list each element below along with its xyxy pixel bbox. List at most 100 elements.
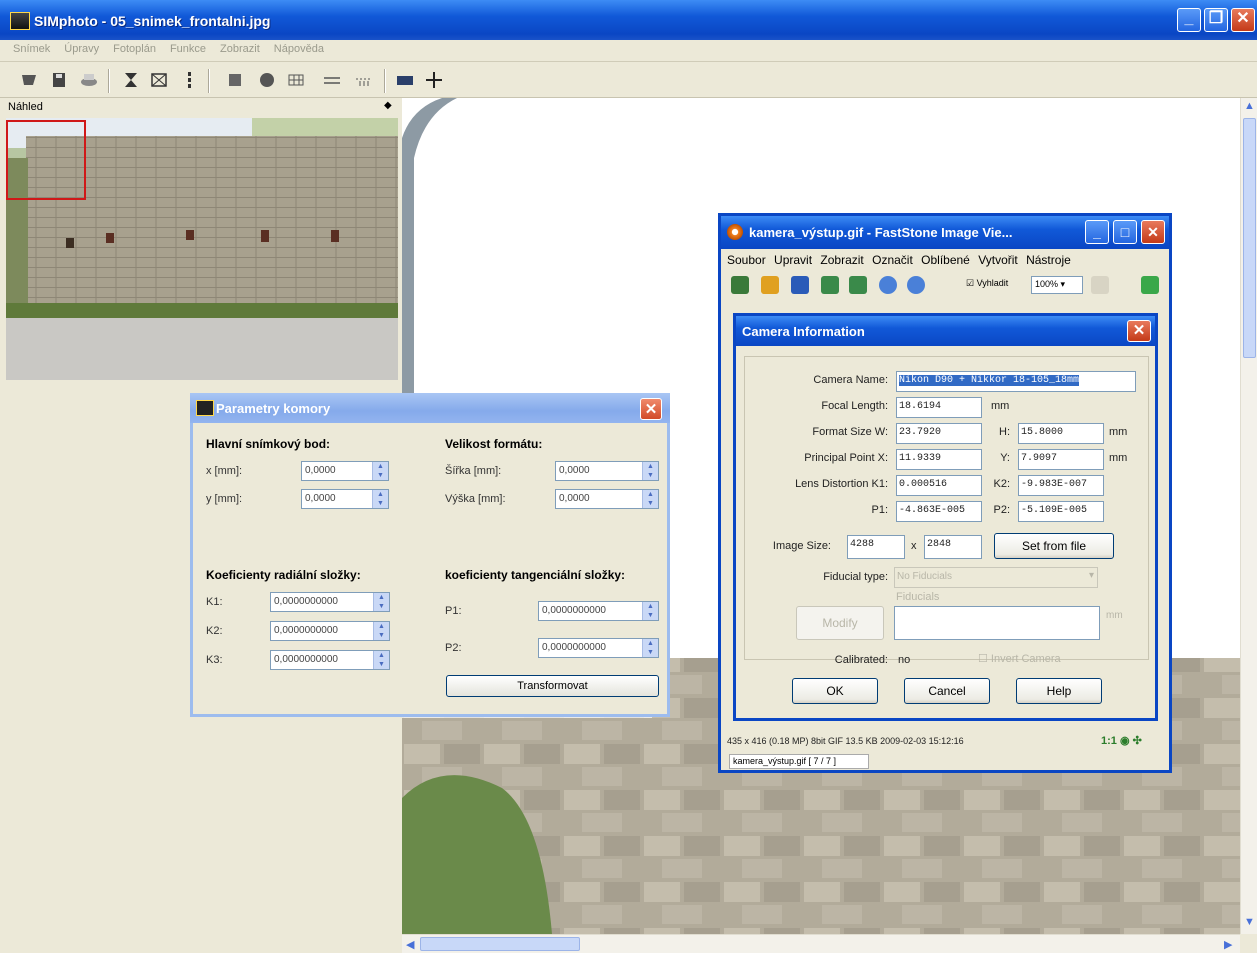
menu-funkce[interactable]: Funkce <box>163 40 213 55</box>
menu-snimek[interactable]: Snímek <box>6 40 57 55</box>
x-spinner[interactable]: 0,0000 ▲ ▼ <box>301 461 389 481</box>
menu-napoveda[interactable]: Nápověda <box>267 40 331 55</box>
modify-button[interactable]: Modify <box>796 606 884 640</box>
smooth-checkbox[interactable]: ☑ Vyhladit <box>966 278 1008 289</box>
main-point-heading: Hlavní snímkový bod: <box>206 437 331 451</box>
k3-spinner[interactable]: 0,0000000000 ▲ ▼ <box>270 650 390 670</box>
image-width-field[interactable]: 4288 <box>847 535 905 559</box>
param-dialog-close-button[interactable]: ✕ <box>640 398 662 420</box>
app-icon <box>10 12 30 30</box>
menu-fotoplan[interactable]: Fotoplán <box>106 40 163 55</box>
fiducial-type-label: Fiducial type: <box>823 571 888 583</box>
fs-menu-nastroje[interactable]: Nástroje <box>1026 253 1071 267</box>
menu-zobrazit[interactable]: Zobrazit <box>213 40 267 55</box>
preview-label: Náhled <box>8 101 43 113</box>
k2-field[interactable]: -9.983E-007 <box>1018 475 1104 496</box>
principal-point-x-field[interactable]: 11.9339 <box>896 449 982 470</box>
image-size-label: Image Size: <box>772 540 831 552</box>
fs-menu-oznacit[interactable]: Označit <box>872 253 913 267</box>
p1-field[interactable]: -4.863E-005 <box>896 501 982 522</box>
k1-label: K1: <box>206 596 223 608</box>
horizontal-scroll-thumb[interactable] <box>420 937 580 951</box>
fs-close-button[interactable]: ✕ <box>1141 220 1165 244</box>
image-icon[interactable] <box>396 71 414 89</box>
pin-icon[interactable]: ◆ <box>384 100 392 111</box>
fs-maximize-button[interactable]: □ <box>1113 220 1137 244</box>
zoom-in-icon[interactable] <box>879 276 897 294</box>
zoom-select[interactable]: 100% ▾ <box>1031 276 1083 294</box>
stamp-icon[interactable] <box>258 71 276 89</box>
fiducials-list[interactable] <box>894 606 1100 640</box>
focal-length-label: Focal Length: <box>821 400 888 412</box>
vertical-scrollbar[interactable]: ▲ ▼ <box>1240 98 1257 934</box>
layers-icon[interactable] <box>226 71 244 89</box>
fs-menu-upravit[interactable]: Upravit <box>774 253 812 267</box>
fiducial-type-select[interactable]: No Fiducials ▾ <box>894 567 1098 588</box>
fs-file-label: kamera_výstup.gif [ 7 / 7 ] <box>729 754 869 769</box>
ok-button[interactable]: OK <box>792 678 878 704</box>
height-spinner[interactable]: 0,0000 ▲ ▼ <box>555 489 659 509</box>
fs-menu-soubor[interactable]: Soubor <box>727 253 766 267</box>
dotted-icon[interactable] <box>355 71 373 89</box>
k2-spinner[interactable]: 0,0000000000 ▲ ▼ <box>270 621 390 641</box>
focal-length-field[interactable]: 18.6194 <box>896 397 982 418</box>
print-icon[interactable] <box>80 71 98 89</box>
fs-minimize-button[interactable]: _ <box>1085 220 1109 244</box>
k1-field[interactable]: 0.000516 <box>896 475 982 496</box>
fiducial-unit: mm <box>1106 610 1123 621</box>
k1-spinner[interactable]: 0,0000000000 ▲ ▼ <box>270 592 390 612</box>
cam-dialog-title: Camera Information <box>742 324 865 339</box>
crosshair-icon[interactable] <box>425 71 443 89</box>
principal-point-unit: mm <box>1109 452 1128 464</box>
p1-spinner[interactable]: 0,0000000000 ▲ ▼ <box>538 601 659 621</box>
cancel-button[interactable]: Cancel <box>904 678 990 704</box>
hand-icon[interactable] <box>1091 276 1109 294</box>
frame-icon[interactable] <box>150 71 168 89</box>
invert-camera-checkbox[interactable]: ☐ Invert Camera <box>978 652 1061 665</box>
p2-label: P2: <box>445 642 462 654</box>
vertical-scroll-thumb[interactable] <box>1243 118 1256 358</box>
fs-titlebar[interactable]: kamera_výstup.gif - FastStone Image Vie.… <box>721 216 1169 249</box>
param-dialog-titlebar[interactable]: Parametry komory ✕ <box>190 393 670 423</box>
next-icon[interactable] <box>849 276 867 294</box>
minimize-button[interactable]: _ <box>1177 8 1201 32</box>
format-w-field[interactable]: 23.7920 <box>896 423 982 444</box>
image-height-field[interactable]: 2848 <box>924 535 982 559</box>
main-titlebar[interactable]: SIMphoto - 05_snimek_frontalni.jpg _ ❐ ✕ <box>0 0 1257 40</box>
folder-icon[interactable] <box>761 276 779 294</box>
format-h-field[interactable]: 15.8000 <box>1018 423 1104 444</box>
restore-button[interactable]: ❐ <box>1204 8 1228 32</box>
fs-status-zoom[interactable]: 1:1 ◉ ✣ <box>1101 734 1142 747</box>
help-button[interactable]: Help <box>1016 678 1102 704</box>
preview-viewport-frame[interactable] <box>6 120 86 200</box>
grid-icon[interactable] <box>287 71 305 89</box>
width-spinner[interactable]: 0,0000 ▲ ▼ <box>555 461 659 481</box>
set-from-file-button[interactable]: Set from file <box>994 533 1114 559</box>
fs-menubar: Soubor Upravit Zobrazit Označit Oblíbené… <box>727 253 1076 267</box>
camera-name-field[interactable]: Nikon D90 + Nikkor 18-105_18mm <box>896 371 1136 392</box>
p2-spinner[interactable]: 0,0000000000 ▲ ▼ <box>538 638 659 658</box>
transform-button[interactable]: Transformovat <box>446 675 659 697</box>
fs-menu-zobrazit[interactable]: Zobrazit <box>820 253 863 267</box>
close-button[interactable]: ✕ <box>1231 8 1255 32</box>
y-spinner[interactable]: 0,0000 ▲ ▼ <box>301 489 389 509</box>
save-icon[interactable] <box>50 71 68 89</box>
previous-icon[interactable] <box>821 276 839 294</box>
horizontal-scrollbar[interactable]: ◀ ▶ <box>402 934 1240 953</box>
lines-icon[interactable] <box>323 71 341 89</box>
browse-icon[interactable] <box>731 276 749 294</box>
zoom-out-icon[interactable] <box>907 276 925 294</box>
open-icon[interactable] <box>20 71 38 89</box>
points-icon[interactable] <box>180 71 198 89</box>
menu-upravy[interactable]: Úpravy <box>57 40 106 55</box>
p2-field[interactable]: -5.109E-005 <box>1018 501 1104 522</box>
fullscreen-icon[interactable] <box>1141 276 1159 294</box>
fs-menu-oblibene[interactable]: Oblíbené <box>921 253 970 267</box>
fs-menu-vytvorit[interactable]: Vytvořit <box>978 253 1018 267</box>
crop-icon[interactable] <box>122 71 140 89</box>
principal-point-y-field[interactable]: 7.9097 <box>1018 449 1104 470</box>
cam-titlebar[interactable]: Camera Information ✕ <box>736 316 1155 346</box>
cam-close-button[interactable]: ✕ <box>1127 320 1151 342</box>
save-icon[interactable] <box>791 276 809 294</box>
fs-toolbar: ☑ Vyhladit 100% ▾ <box>731 274 1161 298</box>
